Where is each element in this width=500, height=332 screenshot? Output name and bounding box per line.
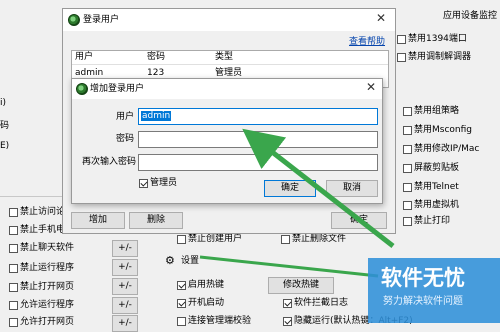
watermark: 软件无忧 努力解决软件问题	[368, 258, 500, 323]
watermark-brand: 软件无忧	[381, 266, 465, 290]
watermark-slogan: 努力解决软件问题	[383, 296, 463, 307]
arrow-to-ok	[242, 128, 395, 248]
arrow-to-settings	[199, 255, 379, 278]
